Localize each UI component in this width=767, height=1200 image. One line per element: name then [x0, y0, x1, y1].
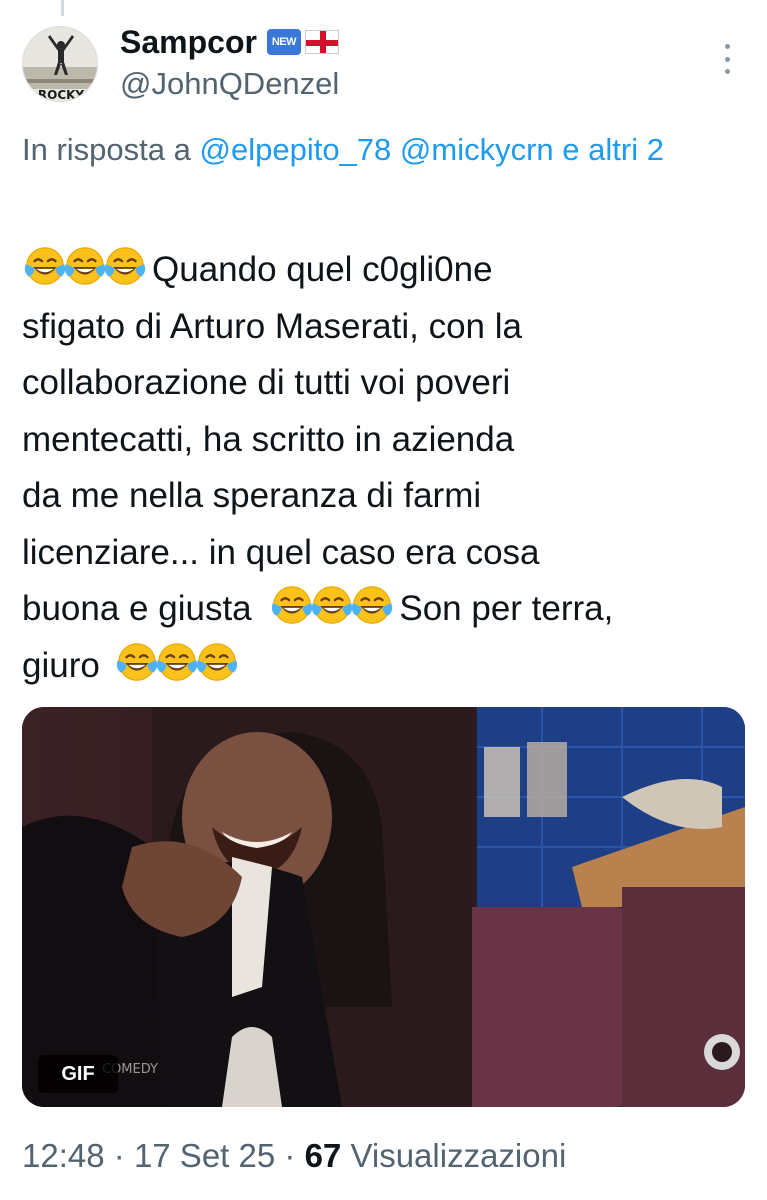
user-handle[interactable]: @JohnQDenzel — [120, 66, 339, 102]
separator: · — [284, 1137, 296, 1174]
face-with-tears-of-joy-icon — [22, 242, 142, 299]
new-badge-icon: NEW — [266, 29, 301, 55]
tweet-line: Son per terra, — [399, 589, 614, 628]
thread-connector-line — [61, 0, 64, 16]
tweet-line: Quando quel c0gli0ne — [152, 250, 493, 289]
tweet-header: ROCKY Sampcor NEW @JohnQDenzel — [22, 22, 747, 112]
mention-link[interactable]: @mickycrn — [400, 132, 554, 167]
tweet-date[interactable]: 17 Set 25 — [134, 1137, 275, 1174]
tweet-line: sfigato di Arturo Maserati, con la — [22, 306, 522, 346]
avatar[interactable]: ROCKY — [22, 26, 98, 102]
tweet-line: mentecatti, ha scritto in azienda — [22, 419, 515, 459]
tweet-line: giuro — [22, 645, 100, 685]
mention-link[interactable]: @elpepito_78 — [200, 132, 392, 167]
views-count[interactable]: 67 — [305, 1137, 342, 1174]
tweet-line: buona e giusta — [22, 589, 252, 628]
tweet-meta: 12:48 · 17 Set 25 · 67 Visualizzazioni — [22, 1137, 566, 1175]
tweet-line: da me nella speranza di farmi — [22, 476, 482, 515]
face-with-tears-of-joy-icon — [269, 581, 389, 638]
tweet-line: collaborazione di tutti voi poveri — [22, 363, 511, 402]
england-flag-icon — [304, 30, 339, 54]
author-names: Sampcor NEW @JohnQDenzel — [120, 22, 339, 102]
avatar-text: ROCKY — [38, 88, 85, 102]
tweet-time[interactable]: 12:48 — [22, 1137, 105, 1174]
gif-badge[interactable]: GIF — [38, 1055, 118, 1093]
tweet-text: Quando quel c0gli0ne sfigato di Arturo M… — [22, 242, 757, 694]
separator: · — [113, 1137, 125, 1174]
more-options-icon[interactable] — [715, 44, 739, 74]
reply-context: In risposta a @elpepito_78 @mickycrn e a… — [22, 128, 767, 172]
views-label[interactable]: Visualizzazioni — [350, 1137, 566, 1174]
others-link[interactable]: e altri 2 — [562, 132, 664, 167]
gif-media[interactable]: COMEDY GIF — [22, 707, 745, 1107]
display-name[interactable]: Sampcor — [120, 24, 257, 61]
tweet-line: licenziare... in quel caso era cosa — [22, 532, 540, 572]
reply-prefix: In risposta a — [22, 132, 191, 167]
face-with-tears-of-joy-icon — [114, 638, 234, 695]
